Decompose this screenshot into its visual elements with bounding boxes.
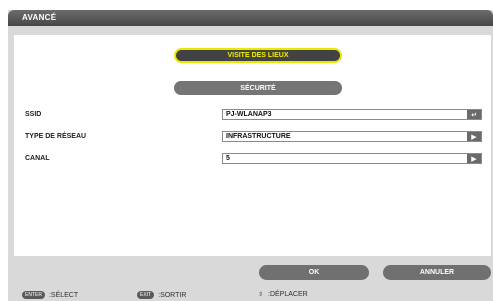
hint-select-text: :SÉLECT	[48, 291, 79, 299]
hint-select: ENTER :SÉLECT	[22, 291, 78, 299]
hint-exit: EXIT :SORTIR	[137, 291, 186, 299]
network-type-select[interactable]: INFRASTRUCTURE ▶	[222, 131, 482, 142]
network-type-label: TYPE DE RÉSEAU	[25, 133, 87, 140]
right-arrow-icon[interactable]: ▶	[467, 154, 481, 163]
channel-value: 5	[226, 155, 230, 162]
cancel-label: ANNULER	[419, 269, 455, 276]
right-arrow-icon[interactable]: ▶	[467, 132, 481, 141]
site-survey-button[interactable]: VISITE DES LIEUX	[174, 48, 342, 63]
hint-exit-text: :SORTIR	[158, 291, 187, 299]
enter-key-icon: ENTER	[22, 291, 45, 299]
updown-arrow-icon: ⇕	[258, 291, 264, 298]
site-survey-label: VISITE DES LIEUX	[227, 52, 289, 59]
hint-move-text: :DÉPLACER	[268, 291, 308, 298]
title-bar: AVANCÉ	[8, 10, 493, 26]
exit-key-icon: EXIT	[137, 291, 155, 299]
ssid-label: SSID	[25, 111, 42, 118]
security-label: SÉCURITÉ	[240, 84, 276, 92]
ssid-field[interactable]: PJ-WLANAP3 ↵	[222, 109, 482, 120]
enter-icon[interactable]: ↵	[467, 110, 481, 119]
cancel-button[interactable]: ANNULER	[383, 265, 491, 280]
channel-select[interactable]: 5 ▶	[222, 153, 482, 164]
hint-move: ⇕ :DÉPLACER	[258, 291, 308, 298]
channel-label: CANAL	[25, 155, 50, 162]
ok-label: OK	[308, 269, 320, 276]
window-title: AVANCÉ	[22, 13, 57, 22]
security-button[interactable]: SÉCURITÉ	[174, 81, 342, 95]
ssid-value: PJ-WLANAP3	[226, 111, 272, 118]
content-panel	[14, 35, 491, 256]
network-type-value: INFRASTRUCTURE	[226, 133, 291, 140]
ok-button[interactable]: OK	[259, 265, 369, 280]
